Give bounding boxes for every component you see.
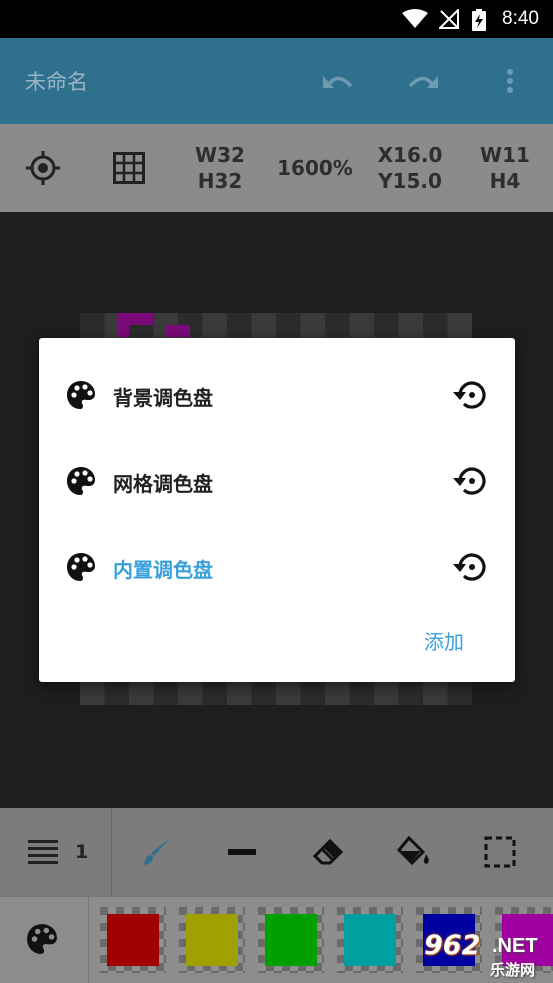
zoom-level[interactable]: 1600%	[272, 155, 358, 181]
layer-count: 1	[75, 841, 89, 863]
palette-icon	[66, 380, 96, 414]
color-swatch[interactable]	[337, 907, 403, 973]
pixel-stroke	[166, 325, 190, 337]
palette-dialog: 背景调色盘 网格调色盘 内置调色盘 添加	[39, 338, 515, 682]
pixel-stroke	[117, 313, 153, 325]
watermark-number: 962	[424, 930, 481, 961]
watermark-logo: 962 .NET 乐游网	[410, 928, 553, 983]
palette-icon	[66, 552, 96, 586]
canvas-width: W32	[195, 143, 245, 167]
battery-charging-icon	[472, 9, 486, 35]
cursor-y: Y15.0	[378, 169, 442, 193]
watermark-sub: 乐游网	[490, 961, 536, 979]
select-rect-icon[interactable]	[482, 834, 518, 870]
grid-icon[interactable]	[109, 148, 149, 188]
undo-button[interactable]	[320, 63, 356, 99]
info-bar: W32 H32 1600% X16.0 Y15.0 W11 H4	[0, 124, 553, 212]
palette-item-background[interactable]: 背景调色盘	[39, 352, 515, 424]
palette-item-label: 网格调色盘	[113, 472, 213, 496]
selection-height: H4	[489, 169, 521, 193]
palette-item-grid[interactable]: 网格调色盘	[39, 438, 515, 510]
swatch-fill	[265, 914, 317, 966]
layers-button[interactable]: 1	[0, 808, 112, 896]
palette-item-label: 背景调色盘	[113, 386, 213, 410]
layers-icon	[28, 840, 58, 870]
no-signal-icon	[437, 7, 459, 33]
redo-button[interactable]	[405, 63, 441, 99]
pixel-stroke	[117, 325, 129, 337]
clock: 8:40	[502, 8, 539, 29]
reset-icon[interactable]	[452, 465, 488, 501]
brush-icon[interactable]	[138, 834, 174, 870]
line-icon[interactable]	[224, 834, 260, 870]
selection-size: W11 H4	[474, 142, 536, 194]
document-title: 未命名	[25, 70, 88, 94]
watermark-domain: .NET	[492, 935, 538, 957]
crosshair-icon[interactable]	[23, 148, 63, 188]
tool-bar: 1	[0, 808, 553, 896]
reset-icon[interactable]	[452, 551, 488, 587]
cursor-x: X16.0	[377, 143, 443, 167]
add-palette-button[interactable]: 添加	[424, 626, 464, 655]
canvas-size[interactable]: W32 H32	[190, 142, 250, 194]
reset-icon[interactable]	[452, 379, 488, 415]
color-swatch[interactable]	[179, 907, 245, 973]
eraser-icon[interactable]	[310, 834, 346, 870]
palette-item-label: 内置调色盘	[113, 558, 213, 582]
swatch-fill	[344, 914, 396, 966]
status-bar: 8:40	[0, 0, 553, 38]
canvas-height: H32	[197, 169, 243, 193]
wifi-icon	[402, 9, 428, 33]
swatch-fill	[107, 914, 159, 966]
more-options-icon[interactable]	[492, 63, 528, 99]
fill-bucket-icon[interactable]	[396, 834, 432, 870]
palette-divider	[88, 897, 89, 983]
cursor-position: X16.0 Y15.0	[374, 142, 446, 194]
selection-width: W11	[480, 143, 530, 167]
palette-item-builtin[interactable]: 内置调色盘	[39, 524, 515, 596]
color-swatch[interactable]	[258, 907, 324, 973]
color-swatch[interactable]	[100, 907, 166, 973]
swatch-fill	[186, 914, 238, 966]
app-bar: 未命名	[0, 38, 553, 124]
palette-icon	[66, 466, 96, 500]
palette-icon[interactable]	[26, 923, 58, 959]
